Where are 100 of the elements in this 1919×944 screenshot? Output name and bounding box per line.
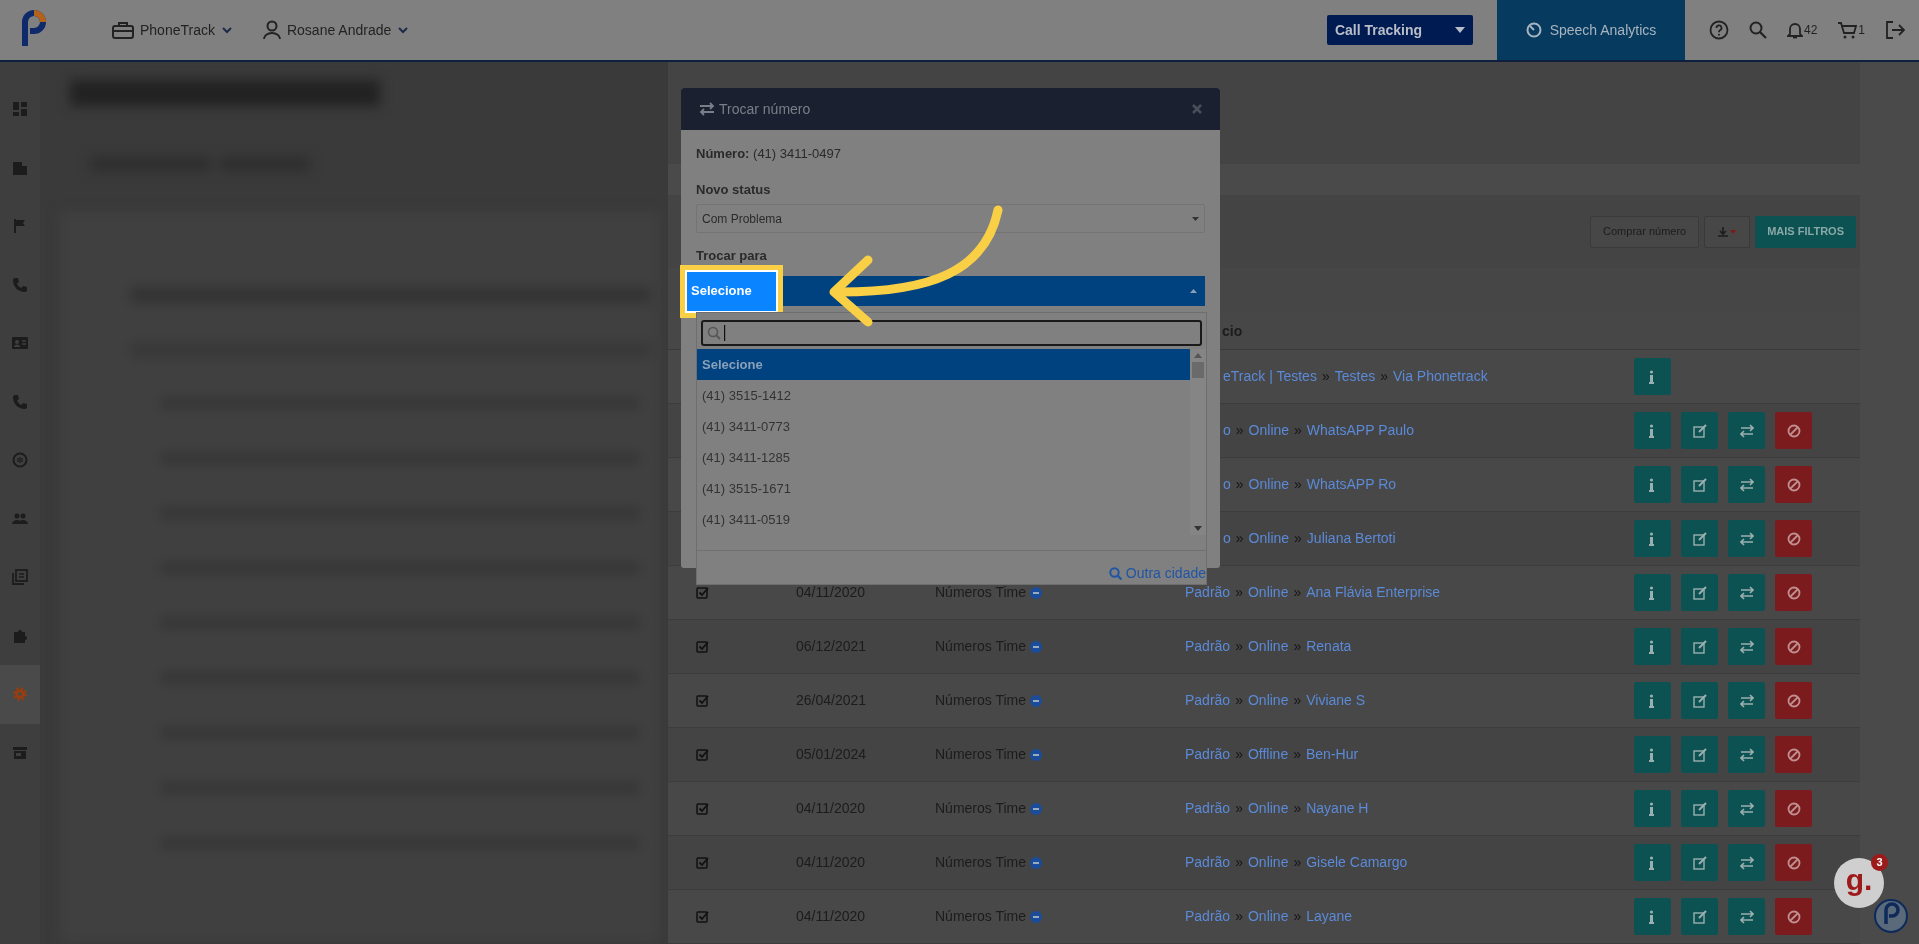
minus-circle-icon	[1030, 856, 1043, 869]
block-button[interactable]	[1775, 682, 1812, 719]
edit-button[interactable]	[1681, 736, 1718, 773]
dropdown-option[interactable]: Selecione	[697, 349, 1190, 380]
minus-circle-icon	[1030, 640, 1043, 653]
info-button[interactable]	[1634, 412, 1671, 449]
scroll-thumb[interactable]	[1192, 362, 1204, 378]
info-button[interactable]	[1634, 790, 1671, 827]
dropdown-option[interactable]: (41) 3515-1412	[697, 380, 1190, 411]
service-link[interactable]: Renata	[1306, 636, 1352, 657]
service-link[interactable]: Online	[1247, 690, 1289, 711]
edit-button[interactable]	[1681, 844, 1718, 881]
dropdown-option[interactable]: (41) 3411-0773	[697, 411, 1190, 442]
block-button[interactable]	[1775, 628, 1812, 665]
service-link[interactable]: Layane	[1306, 906, 1353, 927]
service-link[interactable]: Padrão	[1185, 798, 1231, 819]
service-link[interactable]: Online	[1247, 852, 1289, 873]
speech-analytics-tab[interactable]: Speech Analytics	[1496, 0, 1685, 60]
service-link[interactable]: Via Phonetrack	[1392, 366, 1488, 387]
info-button[interactable]	[1634, 736, 1671, 773]
edit-button[interactable]	[1681, 628, 1718, 665]
service-link[interactable]: Juliana Bertoti	[1306, 528, 1396, 549]
swap-button[interactable]	[1728, 412, 1765, 449]
other-city-link[interactable]: Outra cidade	[1108, 563, 1206, 584]
swap-button[interactable]	[1728, 628, 1765, 665]
info-button[interactable]	[1634, 520, 1671, 557]
block-button[interactable]	[1775, 412, 1812, 449]
info-button[interactable]	[1634, 844, 1671, 881]
info-button[interactable]	[1634, 466, 1671, 503]
search-icon	[1748, 21, 1767, 39]
more-filters-button[interactable]: MAIS FILTROS	[1755, 215, 1856, 248]
company-menu[interactable]: PhoneTrack	[112, 19, 233, 41]
service-link[interactable]: Padrão	[1185, 582, 1231, 603]
swap-button[interactable]	[1728, 898, 1765, 935]
info-button[interactable]	[1634, 898, 1671, 935]
block-button[interactable]	[1775, 790, 1812, 827]
service-link[interactable]: Online	[1247, 636, 1289, 657]
edit-button[interactable]	[1681, 790, 1718, 827]
service-link[interactable]: Padrão	[1185, 906, 1231, 927]
service-link[interactable]: Online	[1247, 798, 1289, 819]
service-link[interactable]: Padrão	[1185, 636, 1231, 657]
service-link[interactable]: WhatsAPP Ro	[1306, 474, 1397, 495]
service-link[interactable]: Online	[1248, 528, 1290, 549]
swap-button[interactable]	[1728, 466, 1765, 503]
info-button[interactable]	[1634, 682, 1671, 719]
block-button[interactable]	[1775, 574, 1812, 611]
service-link[interactable]: Online	[1248, 474, 1290, 495]
service-link[interactable]: Padrão	[1185, 690, 1231, 711]
edit-button[interactable]	[1681, 574, 1718, 611]
status-select[interactable]: Com Problema	[696, 204, 1205, 233]
notifications-button[interactable]: 42	[1786, 21, 1818, 39]
scrollbar[interactable]	[1190, 349, 1206, 535]
download-button[interactable]	[1704, 215, 1751, 248]
dropdown-option[interactable]: (41) 3411-1285	[697, 442, 1190, 473]
block-button[interactable]	[1775, 898, 1812, 935]
swap-button[interactable]	[1728, 574, 1765, 611]
service-link[interactable]: Viviane S	[1306, 690, 1366, 711]
service-link[interactable]: Offline	[1247, 744, 1289, 765]
edit-button[interactable]	[1681, 898, 1718, 935]
edit-button[interactable]	[1681, 520, 1718, 557]
block-button[interactable]	[1775, 466, 1812, 503]
service-link[interactable]: Online	[1247, 582, 1289, 603]
info-button[interactable]	[1634, 358, 1671, 395]
service-link[interactable]: o	[1223, 420, 1231, 441]
service-link[interactable]: eTrack | Testes	[1223, 366, 1317, 387]
info-button[interactable]	[1634, 628, 1671, 665]
swap-button[interactable]	[1728, 520, 1765, 557]
block-button[interactable]	[1775, 736, 1812, 773]
block-icon	[1786, 909, 1801, 924]
service-link[interactable]: Online	[1247, 906, 1289, 927]
cart-button[interactable]: 1	[1837, 21, 1865, 39]
swap-button[interactable]	[1728, 682, 1765, 719]
service-link[interactable]: Ana Flávia Enterprise	[1306, 582, 1441, 603]
service-link[interactable]: Online	[1248, 420, 1290, 441]
service-link[interactable]: WhatsAPP Paulo	[1306, 420, 1414, 441]
swap-button[interactable]	[1728, 736, 1765, 773]
dropdown-option[interactable]: (41) 3515-1671	[697, 473, 1190, 504]
user-menu[interactable]: Rosane Andrade	[262, 19, 410, 41]
service-link[interactable]: Gisele Camargo	[1306, 852, 1408, 873]
swap-button[interactable]	[1728, 844, 1765, 881]
search-field[interactable]	[701, 320, 1202, 346]
product-select[interactable]: Call Tracking	[1326, 15, 1473, 45]
dropdown-option[interactable]: (41) 3411-0519	[697, 504, 1190, 535]
service-link[interactable]: Ben-Hur	[1305, 744, 1359, 765]
edit-button[interactable]	[1681, 412, 1718, 449]
block-button[interactable]	[1775, 520, 1812, 557]
service-link[interactable]: o	[1223, 528, 1231, 549]
info-button[interactable]	[1634, 574, 1671, 611]
service-link[interactable]: Padrão	[1185, 852, 1231, 873]
swap-button[interactable]	[1728, 790, 1765, 827]
service-link[interactable]: Testes	[1334, 366, 1376, 387]
path-separator: »	[1293, 799, 1302, 818]
service-link[interactable]: Padrão	[1185, 744, 1231, 765]
edit-button[interactable]	[1681, 682, 1718, 719]
caret-icon	[397, 24, 410, 36]
bell-icon	[1786, 21, 1803, 39]
service-link[interactable]: o	[1223, 474, 1231, 495]
service-link[interactable]: Nayane H	[1306, 798, 1369, 819]
block-button[interactable]	[1775, 844, 1812, 881]
edit-button[interactable]	[1681, 466, 1718, 503]
